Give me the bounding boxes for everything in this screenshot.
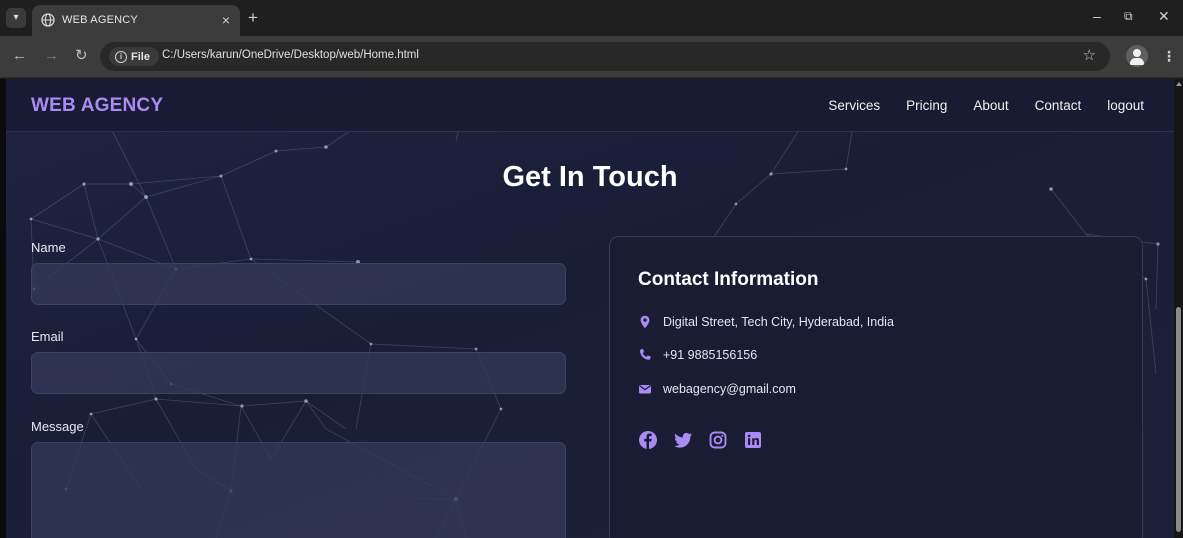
contact-info-card: Contact Information Digital Street, Tech… [609,236,1143,538]
reload-icon[interactable]: ↻ [75,47,88,65]
browser-menu-icon[interactable]: ⋮ [1162,47,1176,65]
browser-tab-bar: ▾ WEB AGENCY × + – ⧉ ✕ [0,0,1183,36]
phone-icon [639,349,651,360]
facebook-icon[interactable] [638,430,658,450]
nav-links: Services Pricing About Contact logout [828,98,1144,113]
web-page: WEB AGENCY Services Pricing About Contac… [6,79,1174,538]
browser-toolbar: ← → ↻ i File C:/Users/karun/OneDrive/Des… [0,36,1183,78]
nav-link-services[interactable]: Services [828,98,880,113]
contact-email-row: webagency@gmail.com [638,382,796,396]
tab-close-button[interactable]: × [222,12,230,28]
brand-logo[interactable]: WEB AGENCY [31,95,163,117]
contact-address: Digital Street, Tech City, Hyderabad, In… [663,315,894,329]
nav-link-pricing[interactable]: Pricing [906,98,947,113]
contact-phone: +91 9885156156 [663,348,758,362]
restore-button[interactable]: ⧉ [1124,8,1133,24]
site-info-label: File [131,50,150,63]
site-navbar: WEB AGENCY Services Pricing About Contac… [6,79,1174,132]
contact-phone-row: +91 9885156156 [638,348,757,362]
map-pin-icon [640,315,650,329]
name-label: Name [31,240,66,255]
scroll-up-arrow-icon[interactable] [1176,82,1182,86]
scrollbar-thumb[interactable] [1176,307,1181,532]
instagram-icon[interactable] [708,430,728,450]
profile-avatar-icon[interactable] [1126,45,1148,67]
message-textarea[interactable] [31,442,566,538]
tab-search-button[interactable]: ▾ [6,8,26,28]
address-bar[interactable]: i File C:/Users/karun/OneDrive/Desktop/w… [100,42,1110,71]
message-label: Message [31,419,84,434]
contact-info-title: Contact Information [638,269,819,290]
info-icon: i [115,50,127,63]
page-viewport: WEB AGENCY Services Pricing About Contac… [0,79,1183,538]
nav-link-contact[interactable]: Contact [1035,98,1082,113]
site-info-chip[interactable]: i File [109,47,159,66]
page-title: Get In Touch [502,161,678,193]
nav-link-about[interactable]: About [973,98,1008,113]
new-tab-button[interactable]: + [248,9,258,26]
contact-email: webagency@gmail.com [663,382,796,396]
bookmark-star-icon[interactable]: ☆ [1083,47,1096,65]
back-arrow-icon[interactable]: ← [12,47,27,65]
envelope-icon [639,385,651,394]
minimize-button[interactable]: – [1093,8,1101,24]
forward-arrow-icon[interactable]: → [44,47,59,65]
twitter-icon[interactable] [673,430,693,450]
url-text[interactable]: C:/Users/karun/OneDrive/Desktop/web/Home… [162,49,419,61]
linkedin-icon[interactable] [743,430,763,450]
email-input[interactable] [31,352,566,394]
contact-address-row: Digital Street, Tech City, Hyderabad, In… [638,315,894,329]
name-input[interactable] [31,263,566,305]
close-window-button[interactable]: ✕ [1158,8,1170,24]
email-label: Email [31,329,64,344]
social-links [638,430,763,450]
browser-tab[interactable]: WEB AGENCY × [32,5,240,36]
globe-icon [41,13,55,27]
nav-link-logout[interactable]: logout [1107,98,1144,113]
tab-title: WEB AGENCY [62,14,138,26]
